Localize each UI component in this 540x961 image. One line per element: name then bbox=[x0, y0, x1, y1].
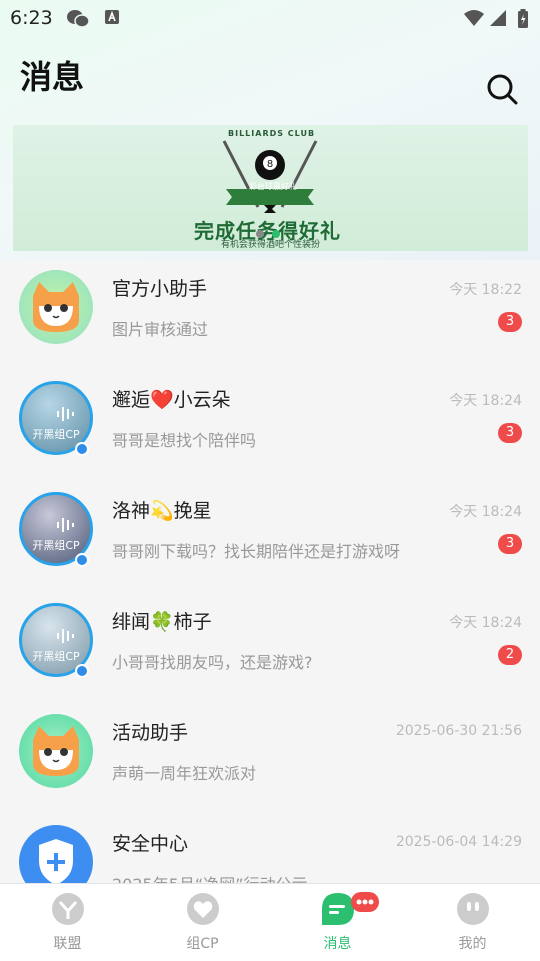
more-bubble-icon bbox=[351, 892, 379, 912]
chat-icon bbox=[322, 893, 354, 925]
tab-label: 消息 bbox=[323, 936, 352, 952]
voice-wave-icon bbox=[57, 518, 74, 532]
list-item[interactable]: 官方小助手 今天 18:22 图片审核通过 3 bbox=[0, 260, 540, 371]
profile-icon bbox=[457, 893, 489, 925]
list-item[interactable]: 安全中心 2025-06-04 14:29 2025年5月“净网”行动公示 bbox=[0, 815, 540, 884]
search-icon bbox=[487, 74, 518, 105]
contact-name: 洛神💫挽星 bbox=[112, 500, 212, 522]
message-time: 今天 18:22 bbox=[449, 282, 522, 298]
shield-icon bbox=[39, 839, 73, 884]
tab-label: 组CP bbox=[186, 936, 219, 952]
bottom-tab-bar: 联盟 组CP 消息 我的 bbox=[0, 883, 540, 961]
tab-cp[interactable]: 组CP bbox=[135, 884, 270, 961]
list-item[interactable]: 开黑组CP 邂逅❤️小云朵 今天 18:24 哥哥是想找个陪伴吗 3 bbox=[0, 371, 540, 482]
carousel-dot-active bbox=[272, 230, 280, 238]
unread-badge: 3 bbox=[498, 312, 522, 332]
wifi-icon bbox=[463, 9, 485, 31]
promo-banner[interactable]: BILLIARDS CLUB 8 彩台球赢好礼 完成任务得好礼 有机会获得酒吧个… bbox=[13, 125, 528, 251]
avatar-label: 开黑组CP bbox=[32, 650, 80, 663]
online-indicator bbox=[75, 553, 89, 567]
tab-label: 我的 bbox=[458, 936, 487, 952]
contact-name: 邂逅❤️小云朵 bbox=[112, 389, 231, 411]
message-preview: 图片审核通过 bbox=[112, 320, 209, 339]
status-time: 6:23 bbox=[10, 7, 53, 29]
cat-mascot-icon bbox=[33, 282, 79, 332]
cat-mascot-icon bbox=[33, 726, 79, 776]
heart-icon bbox=[187, 893, 219, 925]
signal-icon bbox=[489, 9, 507, 31]
svg-text:8: 8 bbox=[267, 159, 273, 170]
avatar-label: 开黑组CP bbox=[32, 428, 80, 441]
contact-name: 绯闻🍀柿子 bbox=[112, 611, 212, 633]
message-time: 今天 18:24 bbox=[449, 393, 522, 409]
contact-name: 活动助手 bbox=[112, 722, 189, 744]
list-item[interactable]: 活动助手 2025-06-30 21:56 声萌一周年狂欢派对 bbox=[0, 704, 540, 815]
voice-wave-icon bbox=[57, 629, 74, 643]
online-indicator bbox=[75, 664, 89, 678]
wechat-icon bbox=[66, 9, 90, 33]
message-time: 今天 18:24 bbox=[449, 504, 522, 520]
unread-badge: 3 bbox=[498, 534, 522, 554]
message-preview: 小哥哥找朋友吗，还是游戏? bbox=[112, 653, 313, 672]
list-item[interactable]: 开黑组CP 绯闻🍀柿子 今天 18:24 小哥哥找朋友吗，还是游戏? 2 bbox=[0, 593, 540, 704]
message-preview: 哥哥刚下载吗？找长期陪伴还是打游戏呀 bbox=[112, 542, 401, 561]
alliance-icon bbox=[52, 893, 84, 925]
search-button[interactable] bbox=[486, 73, 518, 105]
page-title: 消息 bbox=[20, 58, 85, 96]
contact-name: 安全中心 bbox=[112, 833, 189, 855]
billiards-logo-icon: 8 bbox=[222, 140, 318, 213]
contact-name: 官方小助手 bbox=[112, 278, 208, 300]
avatar-label: 开黑组CP bbox=[32, 539, 80, 552]
message-time: 2025-06-30 21:56 bbox=[395, 723, 522, 739]
unread-badge: 3 bbox=[498, 423, 522, 443]
tab-alliance[interactable]: 联盟 bbox=[0, 884, 135, 961]
text-notification-icon bbox=[104, 9, 120, 29]
tab-messages[interactable]: 消息 bbox=[270, 884, 405, 961]
message-preview: 哥哥是想找个陪伴吗 bbox=[112, 431, 257, 450]
avatar bbox=[19, 825, 93, 884]
banner-subtitle: 有机会获得酒吧个性装扮 bbox=[221, 240, 321, 250]
status-bar: 6:23 bbox=[0, 0, 540, 36]
banner-ribbon-text: 彩台球赢好礼 bbox=[249, 182, 297, 191]
online-indicator bbox=[75, 442, 89, 456]
list-item[interactable]: 开黑组CP 洛神💫挽星 今天 18:24 哥哥刚下载吗？找长期陪伴还是打游戏呀 … bbox=[0, 482, 540, 593]
voice-wave-icon bbox=[57, 407, 74, 421]
carousel-dot bbox=[256, 230, 264, 238]
battery-icon bbox=[517, 9, 529, 33]
tab-profile[interactable]: 我的 bbox=[405, 884, 540, 961]
message-time: 今天 18:24 bbox=[449, 615, 522, 631]
avatar bbox=[19, 270, 93, 344]
message-time: 2025-06-04 14:29 bbox=[395, 834, 522, 850]
unread-badge: 2 bbox=[498, 645, 522, 665]
tab-label: 联盟 bbox=[53, 936, 82, 952]
message-preview: 声萌一周年狂欢派对 bbox=[112, 764, 257, 783]
avatar bbox=[19, 714, 93, 788]
message-list: 官方小助手 今天 18:22 图片审核通过 3 开黑组CP 邂逅❤️小云朵 今天… bbox=[0, 260, 540, 884]
